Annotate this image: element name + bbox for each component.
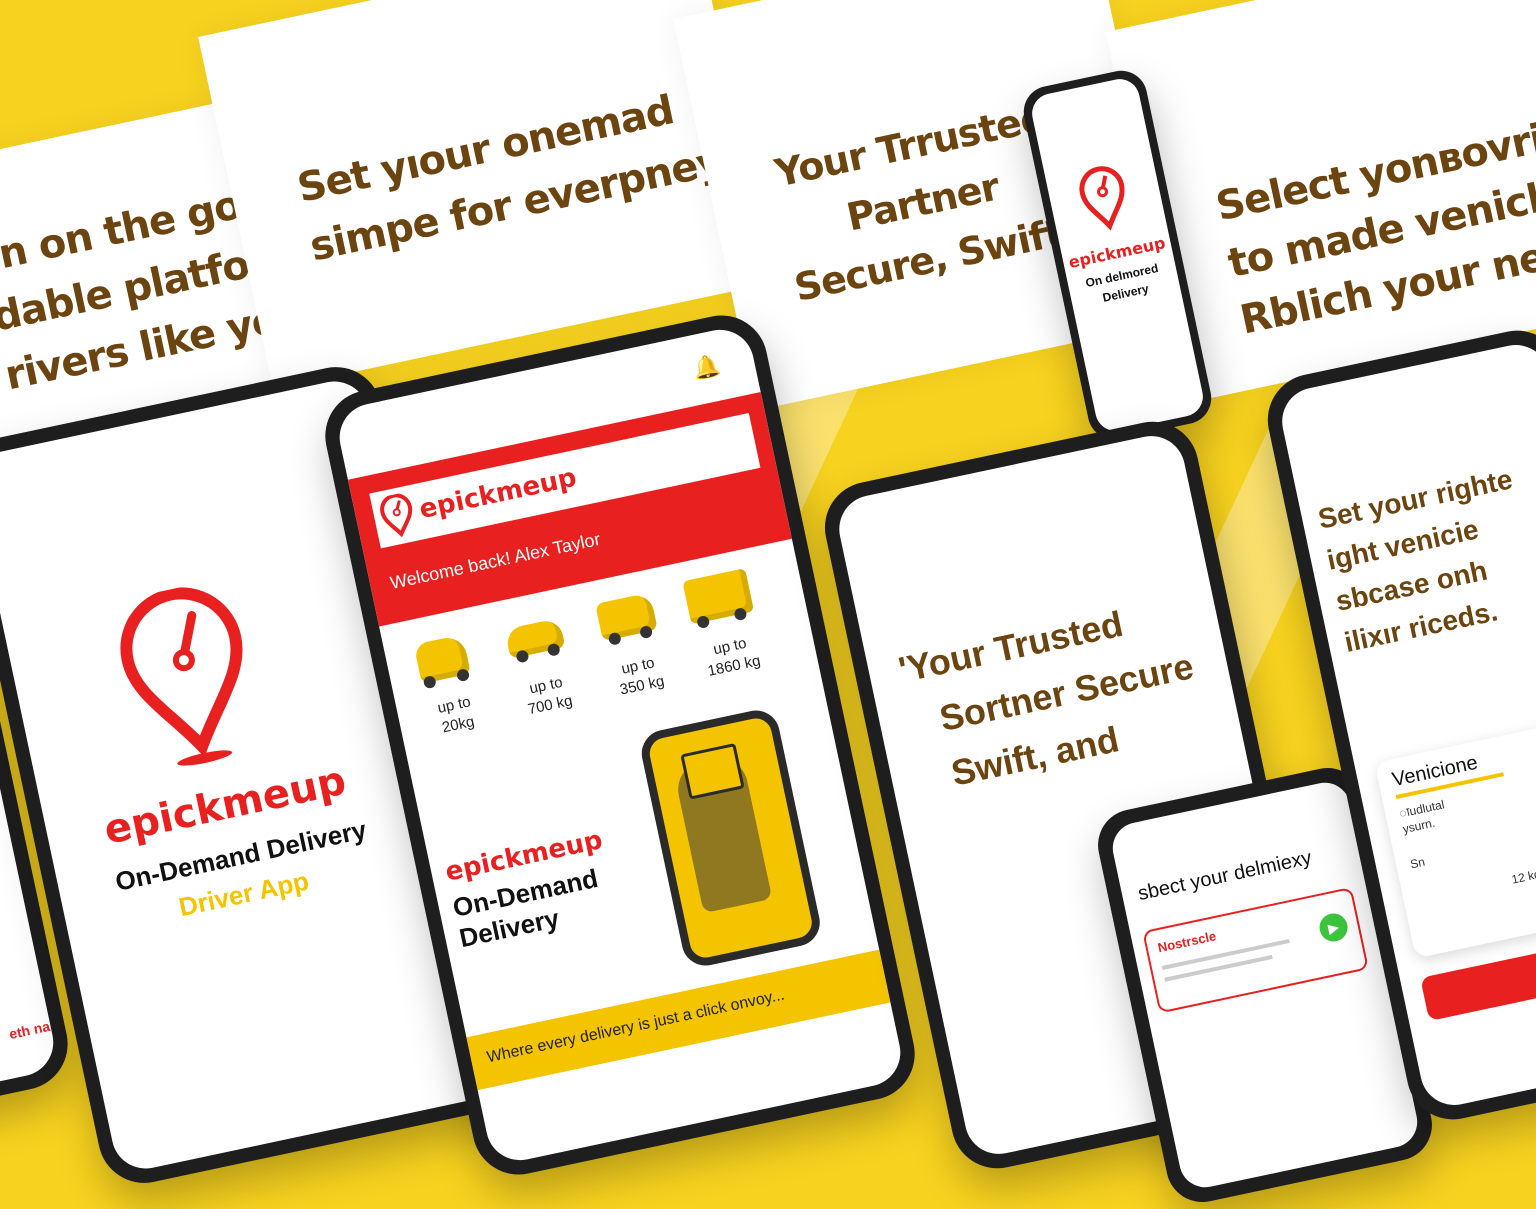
home-brand: epickmeup (416, 462, 580, 526)
vehicle-card[interactable]: Venicione ाudlutal ysurn. Sn 12 kg (1374, 717, 1536, 959)
truck-icon (682, 568, 755, 630)
promo-block: epickmeup On-Demand Delivery (443, 808, 698, 954)
brand-bar: epickmeup (369, 412, 761, 549)
car-icon (504, 617, 566, 664)
bell-icon[interactable]: 🔔 (691, 352, 723, 383)
logo-pin-icon (120, 587, 243, 766)
logo-pin-icon (1079, 166, 1125, 231)
option-title: Nostrscle (1156, 928, 1218, 956)
promo-banner[interactable]: Where every delivery is just a click onv… (466, 949, 891, 1091)
scooter-icon (413, 634, 471, 690)
banner-text: Where every delivery is just a click onv… (485, 986, 787, 1067)
select-title: sbect your delmiexy (1136, 846, 1314, 906)
tagline-text: 'Your Trusted Sortner Secure Swift, and (894, 602, 1197, 794)
delivery-option-card[interactable]: Nostrscle ▶ (1142, 886, 1369, 1014)
van-icon (595, 592, 658, 646)
edge-text: eth nascard? (7, 1008, 60, 1043)
logo-pin-icon (380, 493, 413, 538)
select-arrow-icon[interactable]: ▶ (1316, 910, 1351, 945)
far-right-headline: Set your righte ight venicie sbcase onh … (1315, 463, 1516, 659)
